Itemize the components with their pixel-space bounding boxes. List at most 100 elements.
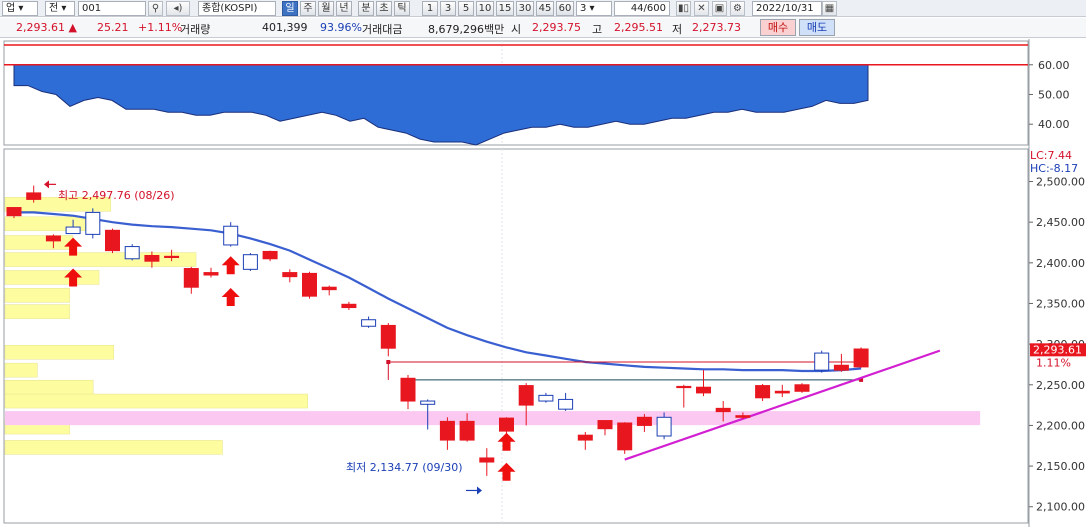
price-axis-label: 2,500.00 [1036,176,1085,189]
candle-up [794,384,810,392]
period-year[interactable]: 년 [336,1,352,16]
candle-up [203,272,219,276]
hc-label: HC:-8.17 [1030,162,1078,175]
chart-area[interactable]: 60.00 50.00 40.00 2,500.00 2,450.00 2,400.00… [0,39,1086,527]
market-select[interactable]: 업 ▾ [2,1,38,16]
candle-down [558,398,574,410]
low-annotation: 최저 2,134.77 (09/30) [346,461,463,474]
current-price: 2,293.61 ▲ [16,21,77,34]
candle-up [755,385,771,399]
period-second[interactable]: 초 [376,1,392,16]
candle-up [400,377,416,402]
volume-profile-bar [4,270,100,285]
indicator-axis-label: 60.00 [1038,59,1070,72]
date-field[interactable]: 2022/10/31 [752,1,822,16]
price-change: 25.21 [97,21,129,34]
period-minute[interactable]: 분 [358,1,374,16]
candle-up [164,255,180,259]
buy-button[interactable]: 매수 [760,19,796,36]
period-day[interactable]: 일 [282,1,298,16]
candle-down [242,254,258,270]
calendar-icon[interactable]: ▦ [822,1,837,16]
high-value: 2,295.51 [614,21,663,34]
candle-down [223,225,239,246]
count-value: 3 [580,3,587,14]
price-panel-frame [3,148,1029,524]
candle-up [439,420,455,441]
open-value: 2,293.75 [532,21,581,34]
price-axis-label: 2,200.00 [1036,419,1085,432]
volume-profile-bar [4,235,73,250]
interval-5[interactable]: 5 [458,1,474,16]
volume-ratio: 93.96% [320,21,362,34]
period-month[interactable]: 월 [318,1,334,16]
save-icon[interactable]: ▣ [712,1,727,16]
sell-button[interactable]: 매도 [799,19,835,36]
candle-up [105,229,120,252]
interval-15[interactable]: 15 [496,1,514,16]
candle-down [420,400,436,405]
high-annotation: 최고 2,497.76 (08/26) [58,189,175,202]
price-axis-label: 2,250.00 [1036,379,1085,392]
interval-3[interactable]: 3 [440,1,456,16]
market-value: 업 [6,3,16,14]
volume-profile-bar [4,362,38,378]
volume-profile-bar [4,379,94,395]
amount-value: 8,679,296백만 [428,23,505,36]
interval-30[interactable]: 30 [516,1,534,16]
volume-profile-bar [4,440,223,455]
interval-60[interactable]: 60 [556,1,574,16]
volume-label: 거래량 [180,23,211,36]
candle-up [715,407,731,413]
interval-45[interactable]: 45 [536,1,554,16]
settings-icon[interactable]: ⚙ [730,1,745,16]
candle-up [833,364,849,371]
period-tick[interactable]: 틱 [394,1,410,16]
candle-up [321,286,337,291]
chart-type-icon[interactable]: ▮▯ [676,1,691,16]
price-axis-label: 2,100.00 [1036,501,1085,514]
count-select[interactable]: 3 ▾ [576,1,612,16]
candle-up [774,390,790,394]
current-pct-tag: 1.11% [1036,356,1071,369]
candle-up [735,415,751,418]
speaker-icon[interactable]: ◂) [166,1,190,16]
candle-up [144,255,160,262]
resistance-anchor [386,360,391,365]
candle-up [853,348,869,368]
candle-down [656,416,672,437]
price-axis-label: 2,350.00 [1036,297,1085,310]
chart-canvas[interactable]: 60.00 50.00 40.00 2,500.00 2,450.00 2,400.00… [0,39,1086,527]
quote-bar: 2,293.61 ▲ 25.21 +1.11% 거래량 401,399 93.9… [0,18,1086,38]
candle-down [538,394,554,402]
candle-up [183,268,199,288]
candle-up [341,303,357,309]
candle-up [617,422,633,451]
interval-10[interactable]: 10 [476,1,494,16]
candle-down [361,319,377,327]
period-week[interactable]: 주 [300,1,316,16]
candle-up [597,420,613,430]
search-icon[interactable]: ⚲ [148,1,163,16]
price-axis-label: 2,450.00 [1036,216,1085,229]
candle-up [26,192,42,200]
candle-up [696,386,711,394]
code-value: 001 [82,3,102,14]
y-axis-layer: 2,500.002,450.002,400.002,350.002,300.00… [1029,176,1086,514]
candle-up [282,272,298,278]
low-value: 2,273.73 [692,21,741,34]
lc-label: LC:7.44 [1030,149,1072,162]
mode-select[interactable]: 전 ▾ [45,1,75,16]
high-label: 고 [592,23,603,36]
crosshair-icon[interactable]: ✕ [694,1,709,16]
code-input[interactable]: 001 [78,1,146,16]
name-field[interactable]: 종합(KOSPI) [198,1,276,16]
range-field[interactable]: 44/600 [614,1,670,16]
low-label: 저 [672,23,683,36]
interval-1[interactable]: 1 [422,1,438,16]
candle-up [479,457,495,463]
candle-up [636,416,652,426]
open-label: 시 [511,23,522,36]
candle-up [302,272,317,297]
volume-value: 401,399 [262,21,308,34]
